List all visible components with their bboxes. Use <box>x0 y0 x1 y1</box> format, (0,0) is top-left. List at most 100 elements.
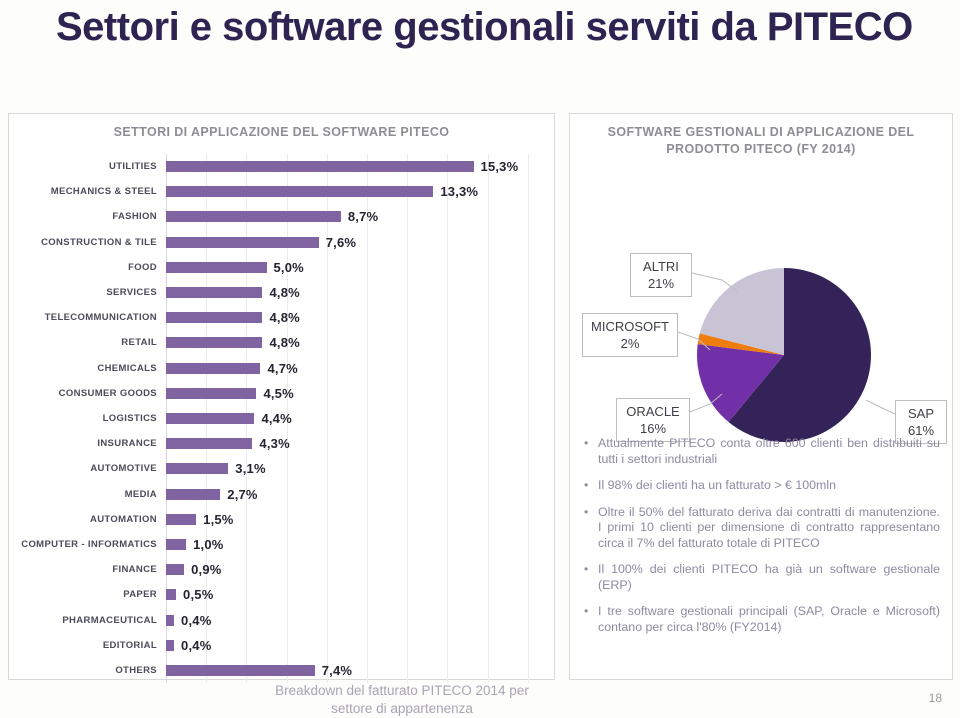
bullet-item: • Il 98% dei clienti ha un fatturato > € … <box>584 478 940 494</box>
bullet-item: • I tre software gestionali principali (S… <box>584 604 940 635</box>
bar-category-label: SERVICES <box>106 287 157 298</box>
bar-value-label: 3,1% <box>235 461 266 477</box>
bar <box>166 312 263 324</box>
right-panel-title-line1: SOFTWARE GESTIONALI DI APPLICAZIONE DEL <box>607 125 915 139</box>
bar-category-label: CONSUMER GOODS <box>58 387 157 399</box>
bar <box>166 564 185 576</box>
bar <box>166 186 434 198</box>
bar <box>166 287 263 298</box>
bar <box>166 488 221 500</box>
bar <box>166 261 267 273</box>
bullet-marker-icon: • <box>584 604 589 618</box>
bar-chart-row: CONSUMER GOODS 4,5% <box>59 381 546 406</box>
pie-callout-oracle-label: ORACLE <box>626 404 680 419</box>
bar-value-label: 1,5% <box>203 511 234 527</box>
bar-category-label: MEDIA <box>124 488 157 500</box>
bar <box>166 413 255 424</box>
bar <box>166 387 257 399</box>
bar-chart-row: MECHANICS & STEEL 13,3% <box>51 179 546 204</box>
bar <box>166 211 341 223</box>
bar-value-label: 4,3% <box>259 436 290 452</box>
bar-chart-row: CONSTRUCTION & TILE 7,6% <box>41 230 546 255</box>
slide: Settori e software gestionali serviti da… <box>0 0 960 716</box>
bar-category-label: OTHERS <box>115 665 157 676</box>
bar-chart-row: LOGISTICS 4,4% <box>103 406 546 431</box>
bar-chart-row: TELECOMMUNICATION 4,8% <box>45 305 546 330</box>
software-pie-panel: SOFTWARE GESTIONALI DI APPLICAZIONE DEL … <box>569 113 953 680</box>
bar-value-label: 0,4% <box>181 612 212 628</box>
bullet-marker-icon: • <box>584 436 589 450</box>
bullet-text: Attualmente PITECO conta oltre 600 clien… <box>598 436 940 466</box>
bar <box>166 639 175 651</box>
bar-category-label: LOGISTICS <box>102 413 157 424</box>
bar-value-label: 2,7% <box>227 486 258 502</box>
bar <box>166 161 474 172</box>
pie-callout-sap-label: SAP <box>907 406 934 421</box>
pie-callout-oracle-value: 16% <box>639 421 667 436</box>
pie-callout-microsoft: MICROSOFT 2% <box>582 313 678 357</box>
bar-chart-row: PAPER 0,5% <box>123 582 546 607</box>
pie-callout-microsoft-label: MICROSOFT <box>591 319 669 334</box>
bar-chart-row: AUTOMATION 1,5% <box>90 507 546 532</box>
bar <box>166 362 261 374</box>
bullet-text: I tre software gestionali principali (SA… <box>598 604 940 634</box>
bar-chart-row: FASHION 8,7% <box>112 204 546 229</box>
bar-value-label: 4,8% <box>269 285 300 300</box>
bar-value-label: 4,8% <box>269 335 300 351</box>
bar-chart-row: UTILITIES 15,3% <box>109 154 546 179</box>
pie-callout-microsoft-value: 2% <box>620 336 640 351</box>
bullet-marker-icon: • <box>584 504 589 519</box>
bar-value-label: 0,4% <box>181 637 212 653</box>
bar-category-label: INSURANCE <box>97 438 157 450</box>
bar-value-label: 4,4% <box>261 411 292 426</box>
bar-chart-row: INSURANCE 4,3% <box>97 431 546 456</box>
bullet-text: Oltre il 50% del fatturato deriva dai co… <box>598 504 940 550</box>
bar-chart-rows: UTILITIES 15,3% MECHANICS & STEEL 13,3% FASH… <box>21 154 546 683</box>
bar-category-label: AUTOMOTIVE <box>90 463 157 475</box>
bar-chart-row: MEDIA 2,7% <box>125 482 546 507</box>
bar-value-label: 4,5% <box>263 385 294 401</box>
bar-value-label: 0,5% <box>183 587 214 603</box>
bar-value-label: 1,0% <box>193 537 224 552</box>
bar <box>166 236 319 248</box>
bullet-item: • Oltre il 50% del fatturato deriva dai c… <box>584 505 940 552</box>
bar-value-label: 4,7% <box>267 360 298 376</box>
right-panel-title: SOFTWARE GESTIONALI DI APPLICAZIONE DEL … <box>570 124 952 158</box>
bar <box>166 539 187 550</box>
bullet-text: Il 100% dei clienti PITECO ha già un sof… <box>598 562 940 592</box>
bar <box>166 513 197 525</box>
sectors-chart-panel: SETTORI DI APPLICAZIONE DEL SOFTWARE PIT… <box>8 113 555 716</box>
bar-chart-row: RETAIL 4,8% <box>121 330 546 355</box>
bullet-item: • Il 100% dei clienti PITECO ha già un so… <box>584 562 940 593</box>
bar-chart-row: AUTOMOTIVE 3,1% <box>90 456 546 481</box>
pie-callout-altri-value: 21% <box>647 276 675 291</box>
bar-category-label: COMPUTER - INFORMATICS <box>21 539 157 550</box>
bar-category-label: FOOD <box>128 261 157 273</box>
page-title: Settori e software gestionali serviti da… <box>56 5 913 49</box>
bar-category-label: CHEMICALS <box>97 362 157 374</box>
pie-leader-line <box>865 399 896 415</box>
pie-chart: ALTRI 21% MICROSOFT 2% ORACLE 16% SAP 61… <box>570 172 952 472</box>
bar-category-label: CONSTRUCTION & TILE <box>41 236 157 248</box>
bullet-marker-icon: • <box>584 478 589 492</box>
bullet-marker-icon: • <box>584 562 589 576</box>
bar-chart-row: PHARMACEUTICAL 0,4% <box>62 608 546 633</box>
bar-chart-row: CHEMICALS 4,7% <box>97 356 546 381</box>
bar-value-label: 13,3% <box>440 184 479 200</box>
bar-category-label: RETAIL <box>121 337 157 349</box>
bar-value-label: 0,9% <box>191 562 222 578</box>
bar-value-label: 8,7% <box>347 209 379 225</box>
bar-chart-caption: Breakdown del fatturato PITECO 2014 per … <box>275 683 529 716</box>
bar <box>166 337 263 349</box>
bar-chart-row: SERVICES 4,8% <box>106 280 546 305</box>
page-number: 18 <box>928 691 942 705</box>
bar-chart-row: OTHERS 7,4% <box>115 658 546 683</box>
bullet-item: • Attualmente PITECO conta oltre 600 clie… <box>584 436 940 467</box>
bar-chart-plot-area: UTILITIES 15,3% MECHANICS & STEEL 13,3% FASH… <box>21 154 546 684</box>
bar <box>166 589 177 601</box>
bar-value-label: 7,6% <box>325 234 357 250</box>
bar-chart-row: EDITORIAL 0,4% <box>103 633 546 658</box>
bar-category-label: PHARMACEUTICAL <box>62 614 157 626</box>
pie-callout-altri: ALTRI 21% <box>630 253 692 297</box>
bar-chart-row: FINANCE 0,9% <box>112 557 546 582</box>
